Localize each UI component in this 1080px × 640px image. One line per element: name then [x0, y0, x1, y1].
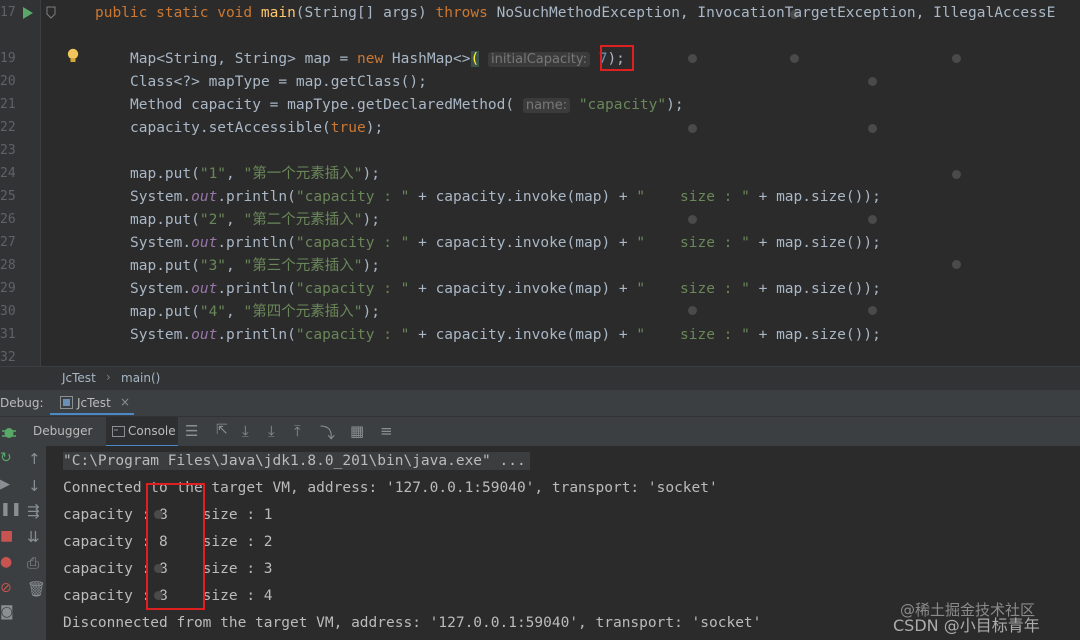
arrow-up-icon[interactable]: ↑ [28, 450, 41, 468]
code-line-20: Class<?> mapType = map.getClass(); [130, 74, 427, 90]
code-line-19: Map<String, String> map = new HashMap<>(… [130, 51, 625, 67]
debug-label: Debug: [0, 396, 44, 410]
line-number: 29 [0, 281, 16, 296]
resume-icon[interactable]: ▶ [0, 477, 10, 492]
code-editor[interactable]: 17 19 20 21 22 23 24 25 26 27 28 29 30 3… [0, 0, 1080, 366]
console-icon [112, 426, 125, 437]
line-number: 28 [0, 258, 16, 273]
view-breakpoints-icon[interactable]: ● [0, 554, 12, 570]
code-line-25: System.out.println("capacity : " + capac… [130, 189, 881, 205]
step-out-icon[interactable]: ⤒ [294, 422, 301, 440]
tab-debugger[interactable]: Debugger [33, 424, 92, 438]
debug-tool-window-header: Debug: JcTest × [0, 390, 1080, 416]
rerun-icon[interactable]: ↻ [0, 450, 12, 466]
line-number: 25 [0, 189, 16, 204]
code-line-24: map.put("1", "第一个元素插入"); [130, 166, 380, 182]
step-over-icon[interactable]: ⤓ [242, 422, 249, 440]
line-number: 31 [0, 327, 16, 342]
line-number: 23 [0, 143, 16, 158]
trace-icon[interactable]: ≡ [380, 422, 393, 440]
show-execution-point-icon[interactable]: ⇱ [216, 422, 228, 438]
evaluate-expression-icon[interactable]: ▦ [350, 422, 364, 440]
debug-toolbar: Debugger Console ☰ ⇱ ⤓ ⤓ ⤒ ⤵ ▦ ≡ [0, 416, 1080, 447]
code-line-27: System.out.println("capacity : " + capac… [130, 235, 881, 251]
menu-icon[interactable]: ☰ [185, 422, 198, 440]
java-class-icon [60, 396, 73, 409]
line-number: 32 [0, 350, 16, 365]
fold-icon[interactable] [46, 6, 56, 19]
breadcrumb-method[interactable]: main() [121, 371, 160, 385]
watermark-text: CSDN @小目标青年 [893, 616, 1040, 635]
close-icon[interactable]: × [120, 395, 130, 409]
run-to-cursor-icon[interactable]: ⤵ [320, 422, 335, 443]
trash-icon[interactable]: 🗑 [27, 580, 46, 598]
arrow-down-icon[interactable]: ↓ [28, 477, 41, 495]
breadcrumb-class[interactable]: JcTest [62, 371, 96, 385]
line-number: 27 [0, 235, 16, 250]
print-icon[interactable]: ⎙ [27, 554, 39, 572]
code-line-21: Method capacity = mapType.getDeclaredMet… [130, 97, 684, 113]
run-icon[interactable] [22, 6, 34, 20]
line-number: 21 [0, 97, 16, 112]
chevron-right-icon: › [106, 370, 111, 384]
mute-breakpoints-icon[interactable]: ⊘ [0, 580, 12, 596]
line-number: 19 [0, 51, 16, 66]
camera-icon[interactable]: ◙ [0, 604, 14, 620]
code-line-30: map.put("4", "第四个元素插入"); [130, 304, 380, 320]
tab-console[interactable]: Console [106, 417, 178, 447]
debug-session-tab[interactable]: JcTest × [50, 393, 134, 415]
line-number: 22 [0, 120, 16, 135]
step-into-icon[interactable]: ⤓ [268, 422, 275, 440]
breadcrumb: JcTest › main() [0, 366, 1080, 391]
code-line-31: System.out.println("capacity : " + capac… [130, 327, 881, 343]
bug-icon[interactable] [2, 425, 16, 439]
debug-side-toolbar: ↑ ↓ ⇶ ⇊ ⎙ 🗑 ↻ ▶ ❚❚ ■ ● ⊘ ◙ [0, 446, 46, 640]
pause-icon[interactable]: ❚❚ [0, 502, 22, 517]
scroll-to-end-icon[interactable]: ⇊ [27, 528, 40, 546]
code-line-17: public static void main(String[] args) t… [95, 5, 1056, 21]
line-number: 20 [0, 74, 16, 89]
line-number: 30 [0, 304, 16, 319]
soft-wrap-icon[interactable]: ⇶ [27, 502, 40, 520]
lightbulb-icon[interactable] [66, 48, 80, 65]
line-number: 26 [0, 212, 16, 227]
highlight-box [600, 45, 634, 71]
parameter-hint: initialCapacity: [487, 52, 590, 67]
console-line: Disconnected from the target VM, address… [63, 615, 762, 631]
console-line: "C:\Program Files\Java\jdk1.8.0_201\bin\… [63, 452, 530, 470]
parameter-hint: name: [522, 98, 571, 113]
code-line-26: map.put("2", "第二个元素插入"); [130, 212, 380, 228]
stop-icon[interactable]: ■ [0, 528, 13, 544]
code-line-28: map.put("3", "第三个元素插入"); [130, 258, 380, 274]
code-line-29: System.out.println("capacity : " + capac… [130, 281, 881, 297]
line-number: 17 [0, 5, 16, 20]
line-number: 24 [0, 166, 16, 181]
code-line-22: capacity.setAccessible(true); [130, 120, 384, 136]
